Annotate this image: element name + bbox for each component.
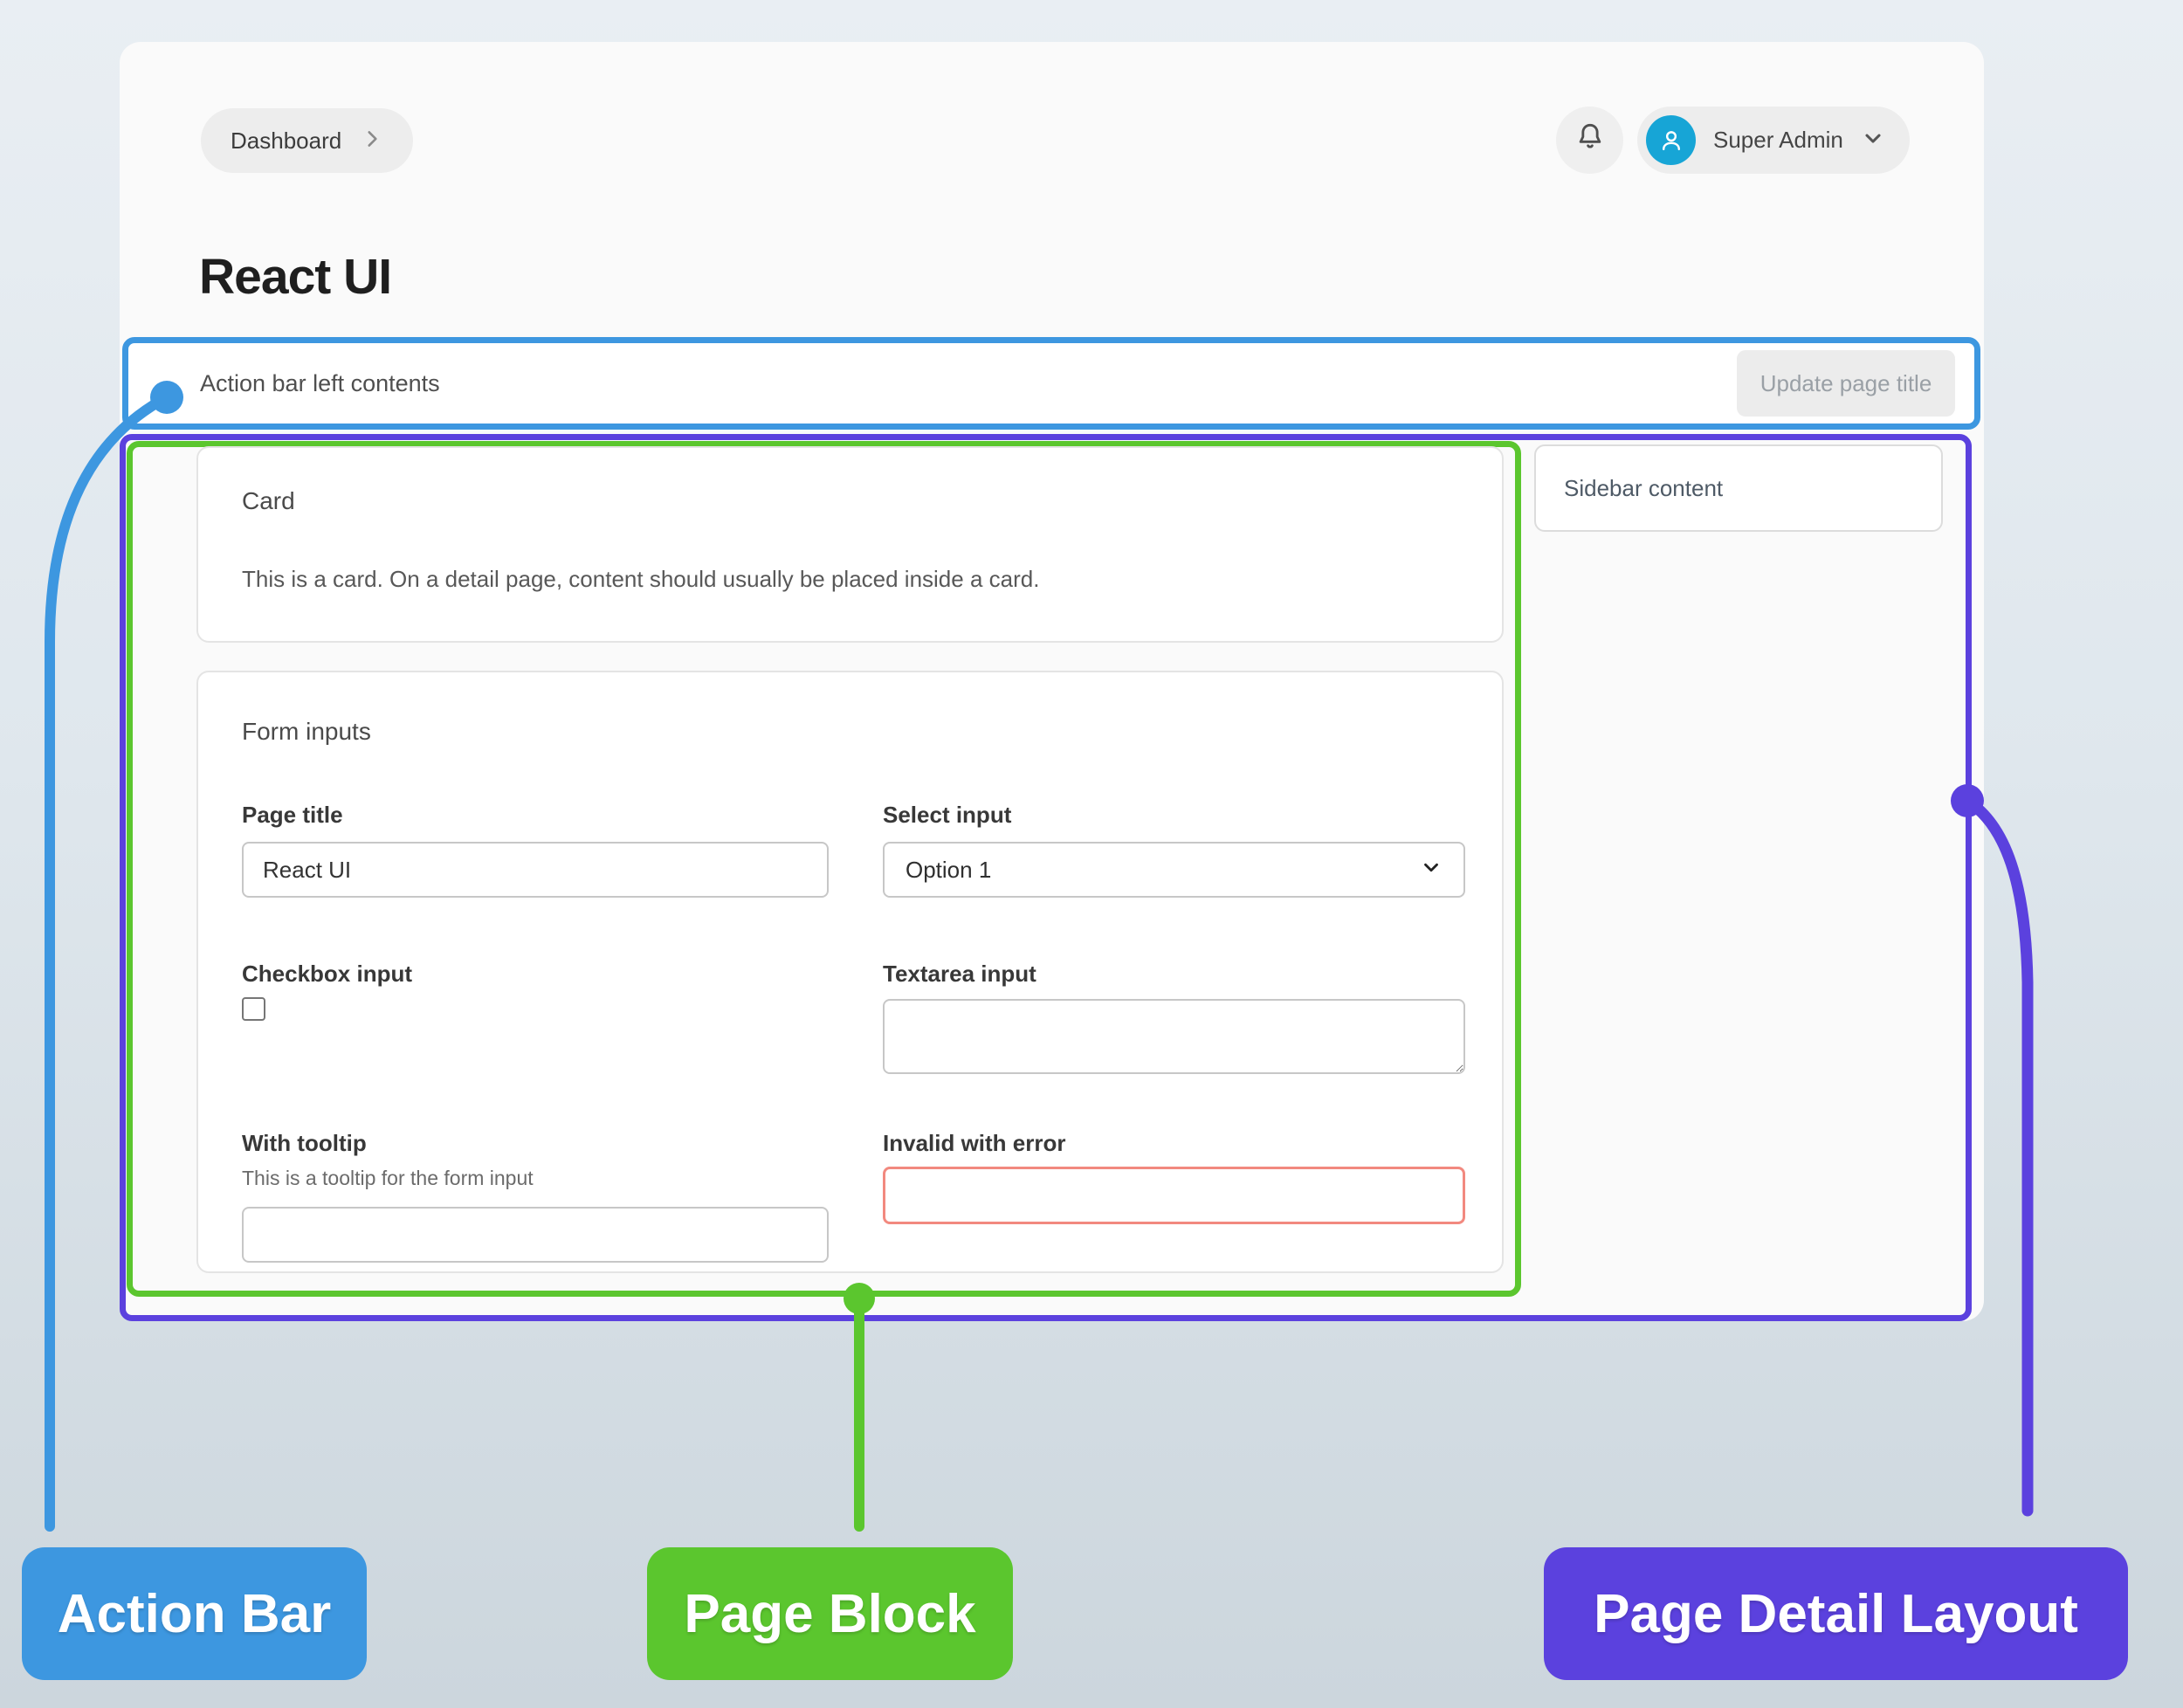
- avatar: [1646, 115, 1696, 165]
- page-detail-layout-annotation-label: Page Detail Layout: [1544, 1547, 2128, 1680]
- user-menu[interactable]: Super Admin: [1637, 107, 1910, 174]
- chevron-down-icon: [1861, 126, 1885, 155]
- checkbox-input[interactable]: [242, 997, 265, 1021]
- user-menu-label: Super Admin: [1713, 127, 1843, 154]
- form-card: Form inputs Page title Select input Opti…: [196, 671, 1504, 1273]
- sidebar-content-text: Sidebar content: [1564, 475, 1723, 502]
- card-body-text: This is a card. On a detail page, conten…: [242, 566, 1039, 593]
- card-title: Card: [242, 487, 295, 515]
- bell-icon: [1573, 121, 1608, 160]
- page-title-field-label: Page title: [242, 802, 343, 829]
- select-value: Option 1: [906, 857, 991, 884]
- sidebar-card: Sidebar content: [1534, 444, 1943, 532]
- page-block-annotation-label: Page Block: [647, 1547, 1013, 1680]
- checkbox-field-label: Checkbox input: [242, 961, 412, 988]
- invalid-input[interactable]: [883, 1167, 1465, 1224]
- form-card-title: Form inputs: [242, 718, 371, 746]
- page-title-input[interactable]: [242, 842, 829, 898]
- textarea-input[interactable]: [883, 999, 1465, 1074]
- page-title: React UI: [199, 248, 391, 306]
- select-input[interactable]: Option 1: [883, 842, 1465, 898]
- tooltip-field-label: With tooltip: [242, 1130, 367, 1157]
- select-chevron-icon: [1420, 856, 1443, 885]
- chevron-right-icon: [361, 127, 383, 155]
- invalid-field-label: Invalid with error: [883, 1130, 1066, 1157]
- action-bar-annotation-label: Action Bar: [22, 1547, 367, 1680]
- card: Card This is a card. On a detail page, c…: [196, 446, 1504, 643]
- breadcrumb-label: Dashboard: [231, 127, 341, 155]
- action-bar-left-text: Action bar left contents: [200, 370, 440, 397]
- breadcrumb[interactable]: Dashboard: [201, 108, 413, 173]
- notifications-button[interactable]: [1556, 107, 1623, 174]
- action-bar: Action bar left contents Update page tit…: [122, 337, 1980, 430]
- tooltip-input[interactable]: [242, 1207, 829, 1263]
- textarea-field-label: Textarea input: [883, 961, 1036, 988]
- select-field-label: Select input: [883, 802, 1011, 829]
- update-page-title-button[interactable]: Update page title: [1737, 350, 1955, 417]
- tooltip-text: This is a tooltip for the form input: [242, 1167, 534, 1190]
